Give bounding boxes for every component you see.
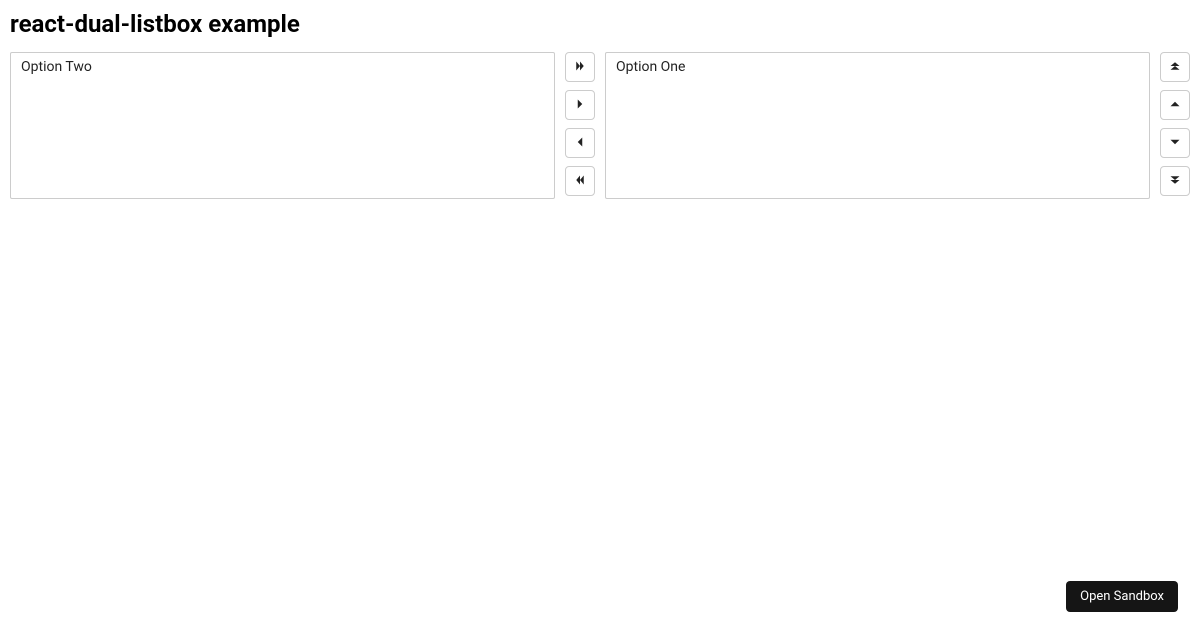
- move-top-button[interactable]: [1160, 52, 1190, 82]
- page-title: react-dual-listbox example: [10, 10, 1190, 38]
- move-left-button[interactable]: [565, 128, 595, 158]
- list-item[interactable]: Option One: [606, 53, 1149, 81]
- chevron-up-icon: [1169, 98, 1181, 113]
- dual-listbox: Option Two Option One: [10, 52, 1190, 199]
- chevron-right-icon: [574, 98, 586, 113]
- move-all-left-button[interactable]: [565, 166, 595, 196]
- chevron-double-left-icon: [574, 174, 586, 189]
- open-sandbox-button[interactable]: Open Sandbox: [1066, 581, 1178, 612]
- chevron-left-icon: [574, 136, 586, 151]
- list-item[interactable]: Option Two: [11, 53, 554, 81]
- chevron-double-down-icon: [1169, 174, 1181, 189]
- chevron-double-up-icon: [1169, 60, 1181, 75]
- move-bottom-button[interactable]: [1160, 166, 1190, 196]
- chevron-down-icon: [1169, 136, 1181, 151]
- move-buttons: [565, 52, 595, 196]
- selected-listbox[interactable]: Option One: [605, 52, 1150, 199]
- chevron-double-right-icon: [574, 60, 586, 75]
- move-up-button[interactable]: [1160, 90, 1190, 120]
- move-down-button[interactable]: [1160, 128, 1190, 158]
- move-all-right-button[interactable]: [565, 52, 595, 82]
- reorder-buttons: [1160, 52, 1190, 196]
- available-listbox[interactable]: Option Two: [10, 52, 555, 199]
- move-right-button[interactable]: [565, 90, 595, 120]
